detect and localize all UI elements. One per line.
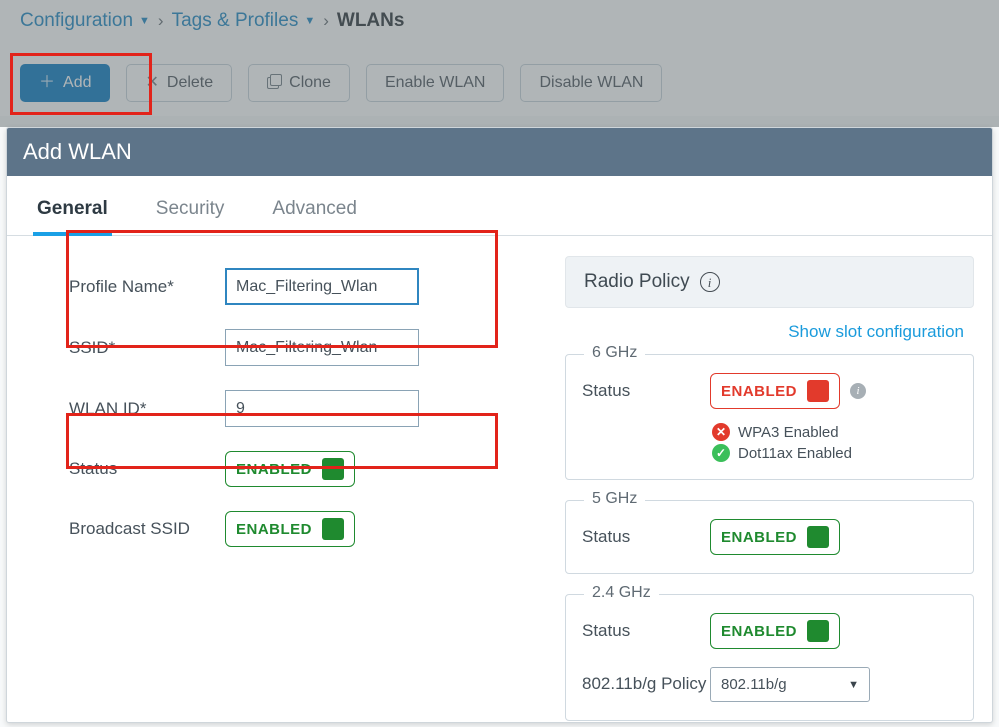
clone-button[interactable]: Clone xyxy=(248,64,350,102)
info-icon[interactable]: i xyxy=(700,272,720,292)
band-6ghz-title: 6 GHz xyxy=(584,344,645,362)
status-toggle[interactable]: ENABLED xyxy=(225,451,355,487)
delete-button-label: Delete xyxy=(167,75,213,91)
band-5ghz-status-label: Status xyxy=(582,527,710,547)
wpa3-flag-label: WPA3 Enabled xyxy=(738,424,839,441)
band-24ghz-policy-label: 802.11b/g Policy xyxy=(582,674,710,694)
enable-wlan-label: Enable WLAN xyxy=(385,75,486,91)
breadcrumb-sep: › xyxy=(158,11,164,31)
crumb-configuration-label: Configuration xyxy=(20,10,133,32)
breadcrumb-sep: › xyxy=(323,11,329,31)
toggle-dot-icon xyxy=(322,458,344,480)
dot11ax-flag: ✓ Dot11ax Enabled xyxy=(712,444,957,462)
clone-button-label: Clone xyxy=(289,75,331,91)
chevron-down-icon: ▼ xyxy=(304,15,315,27)
disable-wlan-label: Disable WLAN xyxy=(539,75,643,91)
band-24ghz-status-value: ENABLED xyxy=(721,623,797,640)
band-5ghz-box: 5 GHz Status ENABLED xyxy=(565,500,974,574)
tab-general[interactable]: General xyxy=(33,198,112,236)
disable-wlan-button[interactable]: Disable WLAN xyxy=(520,64,662,102)
modal-tabs: General Security Advanced xyxy=(7,176,992,236)
toggle-dot-icon xyxy=(807,380,829,402)
tab-security[interactable]: Security xyxy=(152,198,229,236)
band-6ghz-status-toggle[interactable]: ENABLED xyxy=(710,373,840,409)
band-6ghz-box: 6 GHz Status ENABLED i ✕ WPA3 Enabled xyxy=(565,354,974,480)
band-6ghz-status-value: ENABLED xyxy=(721,383,797,400)
crumb-configuration[interactable]: Configuration ▼ xyxy=(20,10,150,32)
band-24ghz-box: 2.4 GHz Status ENABLED 802.11b/g Policy … xyxy=(565,594,974,721)
chevron-down-icon: ▼ xyxy=(139,15,150,27)
add-button[interactable]: ＋ Add xyxy=(20,64,110,102)
delete-button[interactable]: ✕ Delete xyxy=(126,64,232,102)
band-6ghz-status-label: Status xyxy=(582,381,710,401)
toolbar: ＋ Add ✕ Delete Clone Enable WLAN Disable… xyxy=(14,54,985,102)
chevron-down-icon: ▼ xyxy=(848,679,859,691)
toggle-dot-icon xyxy=(807,526,829,548)
status-label: Status xyxy=(25,459,225,479)
toggle-dot-icon xyxy=(322,518,344,540)
wpa3-flag: ✕ WPA3 Enabled xyxy=(712,423,957,441)
radio-policy-header: Radio Policy i xyxy=(565,256,974,308)
breadcrumb: Configuration ▼ › Tags & Profiles ▼ › WL… xyxy=(20,10,985,32)
tab-advanced[interactable]: Advanced xyxy=(268,198,361,236)
ssid-input[interactable] xyxy=(225,329,419,366)
wlan-id-label: WLAN ID* xyxy=(25,399,225,419)
check-icon: ✓ xyxy=(712,444,730,462)
clone-icon xyxy=(267,74,281,92)
radio-policy-label: Radio Policy xyxy=(584,271,690,293)
add-wlan-modal: Add WLAN General Security Advanced Profi… xyxy=(6,127,993,723)
crumb-tags-profiles-label: Tags & Profiles xyxy=(172,10,299,32)
dot11ax-flag-label: Dot11ax Enabled xyxy=(738,445,852,462)
toggle-dot-icon xyxy=(807,620,829,642)
error-icon: ✕ xyxy=(712,423,730,441)
broadcast-ssid-toggle[interactable]: ENABLED xyxy=(225,511,355,547)
band-5ghz-status-toggle[interactable]: ENABLED xyxy=(710,519,840,555)
ssid-label: SSID* xyxy=(25,338,225,358)
band-5ghz-title: 5 GHz xyxy=(584,490,645,508)
band-24ghz-status-toggle[interactable]: ENABLED xyxy=(710,613,840,649)
band-24ghz-status-label: Status xyxy=(582,621,710,641)
status-toggle-label: ENABLED xyxy=(236,461,312,478)
close-icon: ✕ xyxy=(145,75,158,91)
broadcast-ssid-toggle-label: ENABLED xyxy=(236,521,312,538)
wlan-id-input[interactable] xyxy=(225,390,419,427)
crumb-tags-profiles[interactable]: Tags & Profiles ▼ xyxy=(172,10,316,32)
enable-wlan-button[interactable]: Enable WLAN xyxy=(366,64,505,102)
crumb-current: WLANs xyxy=(337,10,405,32)
info-icon[interactable]: i xyxy=(850,383,866,399)
modal-title: Add WLAN xyxy=(7,128,992,176)
band-24ghz-title: 2.4 GHz xyxy=(584,584,659,602)
band-5ghz-status-value: ENABLED xyxy=(721,529,797,546)
plus-icon: ＋ xyxy=(39,75,55,91)
broadcast-ssid-label: Broadcast SSID xyxy=(25,519,225,539)
band-24ghz-policy-value: 802.11b/g xyxy=(721,676,787,693)
show-slot-config-link[interactable]: Show slot configuration xyxy=(565,322,964,342)
add-button-label: Add xyxy=(63,75,91,91)
profile-name-label: Profile Name* xyxy=(25,277,225,297)
profile-name-input[interactable] xyxy=(225,268,419,305)
band-24ghz-policy-select[interactable]: 802.11b/g ▼ xyxy=(710,667,870,702)
